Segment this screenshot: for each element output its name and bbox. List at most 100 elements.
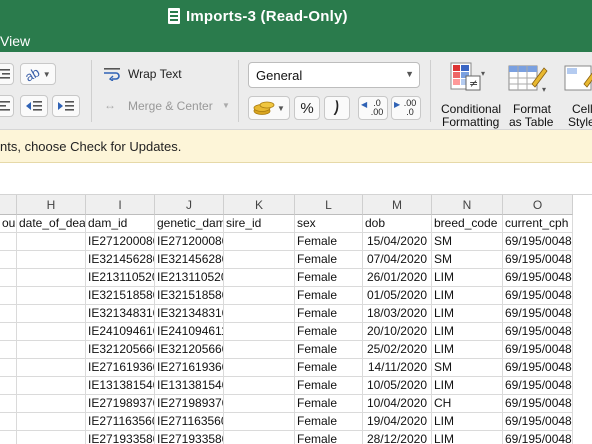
table-cell[interactable] [17, 413, 86, 431]
merge-center-button[interactable]: ↔ Merge & Center ▼ [104, 98, 234, 116]
table-cell[interactable]: IE321348310 [86, 305, 155, 323]
table-cell[interactable]: Female [295, 287, 363, 305]
table-cell[interactable]: 69/195/0048 [503, 413, 573, 431]
table-cell[interactable]: IE271933580 [86, 431, 155, 444]
table-cell[interactable] [224, 395, 295, 413]
field-header-cell[interactable]: sex [295, 215, 363, 233]
table-cell[interactable]: IE321456280297 [155, 251, 224, 269]
table-cell[interactable]: LIM [432, 413, 503, 431]
table-cell[interactable] [224, 431, 295, 444]
table-cell[interactable]: Female [295, 341, 363, 359]
table-cell[interactable]: 07/04/2020 [363, 251, 432, 269]
table-cell[interactable]: Female [295, 323, 363, 341]
column-header-g[interactable] [0, 195, 17, 215]
table-cell[interactable]: IE321205660 [86, 341, 155, 359]
table-cell[interactable] [0, 431, 17, 444]
table-cell[interactable]: IE321456280 [86, 251, 155, 269]
table-cell[interactable] [17, 305, 86, 323]
table-cell[interactable] [0, 233, 17, 251]
table-cell[interactable]: 26/01/2020 [363, 269, 432, 287]
table-cell[interactable]: IE271200080 [86, 233, 155, 251]
table-cell[interactable]: LIM [432, 323, 503, 341]
align-left-button[interactable] [0, 95, 14, 117]
table-cell[interactable]: IE271200080401 [155, 233, 224, 251]
table-cell[interactable]: Female [295, 305, 363, 323]
table-cell[interactable]: LIM [432, 305, 503, 323]
table-cell[interactable] [17, 377, 86, 395]
table-cell[interactable] [224, 341, 295, 359]
table-cell[interactable] [17, 395, 86, 413]
formula-bar[interactable] [0, 163, 592, 195]
column-header-o[interactable]: O [503, 195, 573, 215]
table-cell[interactable]: 15/04/2020 [363, 233, 432, 251]
table-cell[interactable] [0, 359, 17, 377]
table-cell[interactable]: IE271619360355 [155, 359, 224, 377]
table-cell[interactable]: IE321518580 [86, 287, 155, 305]
table-cell[interactable]: 01/05/2020 [363, 287, 432, 305]
table-cell[interactable]: SM [432, 359, 503, 377]
table-cell[interactable]: IE321205660228 [155, 341, 224, 359]
table-cell[interactable]: IE271619360 [86, 359, 155, 377]
field-header-cell[interactable]: genetic_dam [155, 215, 224, 233]
table-cell[interactable] [17, 287, 86, 305]
tab-view[interactable]: View [0, 33, 30, 49]
column-header-j[interactable]: J [155, 195, 224, 215]
table-cell[interactable]: 10/04/2020 [363, 395, 432, 413]
table-cell[interactable] [0, 395, 17, 413]
table-cell[interactable] [0, 413, 17, 431]
table-cell[interactable] [0, 269, 17, 287]
table-cell[interactable] [224, 323, 295, 341]
table-cell[interactable]: IE271933580747 [155, 431, 224, 444]
table-cell[interactable]: 69/195/0048 [503, 431, 573, 444]
table-cell[interactable]: 69/195/0048 [503, 395, 573, 413]
table-cell[interactable] [224, 377, 295, 395]
conditional-formatting-button[interactable]: ≠ ▾ Conditional Formatting [436, 56, 504, 129]
table-cell[interactable] [224, 251, 295, 269]
table-cell[interactable]: Female [295, 413, 363, 431]
table-cell[interactable] [224, 359, 295, 377]
table-cell[interactable]: SM [432, 233, 503, 251]
field-header-cell[interactable]: sire_id [224, 215, 295, 233]
table-cell[interactable]: LIM [432, 431, 503, 444]
format-as-table-button[interactable]: ▾ Format as Table [504, 56, 560, 129]
table-cell[interactable]: 69/195/0048 [503, 269, 573, 287]
table-cell[interactable]: IE241094611059 [155, 323, 224, 341]
column-header-n[interactable]: N [432, 195, 503, 215]
increase-indent-button[interactable] [52, 95, 80, 117]
table-cell[interactable]: 69/195/0048 [503, 377, 573, 395]
table-cell[interactable] [17, 269, 86, 287]
table-cell[interactable] [224, 287, 295, 305]
column-header-i[interactable]: I [86, 195, 155, 215]
comma-style-button[interactable]: ) [324, 96, 350, 120]
table-cell[interactable] [0, 377, 17, 395]
number-format-select[interactable]: General ▼ [248, 62, 420, 88]
table-cell[interactable]: Female [295, 269, 363, 287]
table-cell[interactable]: IE241094610 [86, 323, 155, 341]
table-cell[interactable]: Female [295, 251, 363, 269]
table-cell[interactable] [0, 323, 17, 341]
table-cell[interactable]: 14/11/2020 [363, 359, 432, 377]
wrap-text-button[interactable]: Wrap Text [104, 66, 214, 84]
table-cell[interactable]: Female [295, 377, 363, 395]
column-header-h[interactable]: H [17, 195, 86, 215]
table-cell[interactable]: 19/04/2020 [363, 413, 432, 431]
table-cell[interactable]: IE271989370 [86, 395, 155, 413]
table-cell[interactable]: Female [295, 233, 363, 251]
table-cell[interactable]: 25/02/2020 [363, 341, 432, 359]
table-cell[interactable]: IE213110520310 [155, 269, 224, 287]
table-cell[interactable]: 69/195/0048 [503, 251, 573, 269]
field-header-cell[interactable]: dob [363, 215, 432, 233]
table-cell[interactable] [224, 233, 295, 251]
table-cell[interactable]: LIM [432, 269, 503, 287]
table-cell[interactable]: 20/10/2020 [363, 323, 432, 341]
table-cell[interactable]: IE321348310594 [155, 305, 224, 323]
table-cell[interactable]: CH [432, 395, 503, 413]
percent-style-button[interactable]: % [294, 96, 320, 120]
table-cell[interactable] [0, 341, 17, 359]
table-cell[interactable] [17, 323, 86, 341]
field-header-cell[interactable]: breed_code [432, 215, 503, 233]
table-cell[interactable] [0, 287, 17, 305]
align-right-button[interactable] [0, 63, 14, 85]
table-cell[interactable] [224, 305, 295, 323]
table-cell[interactable]: SM [432, 251, 503, 269]
